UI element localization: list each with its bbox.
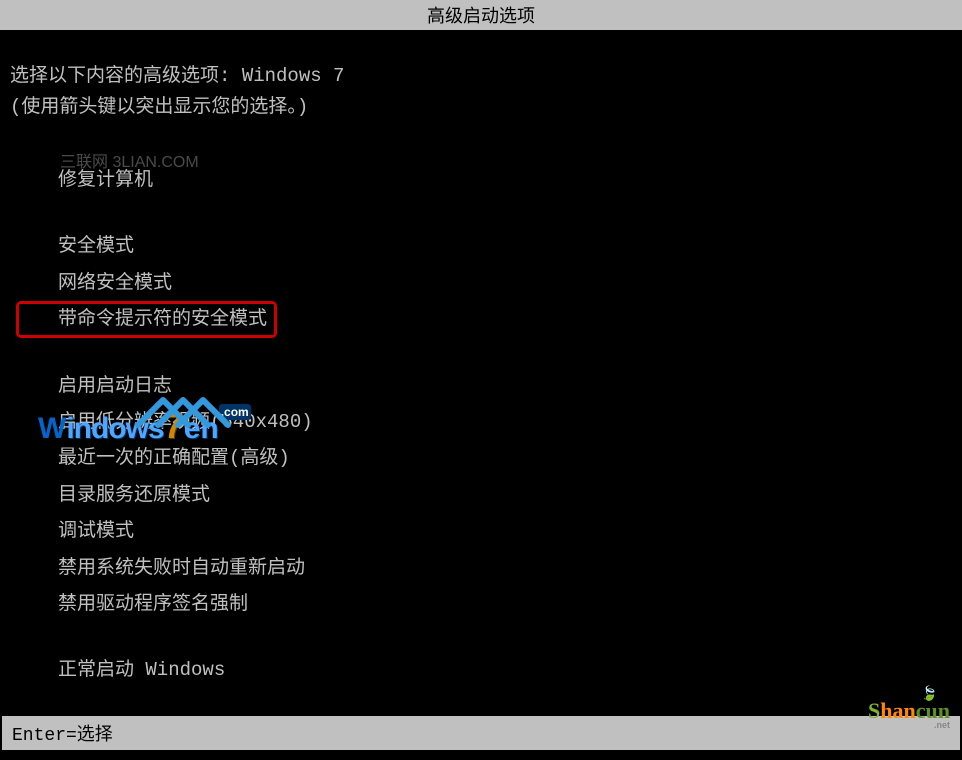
boot-option[interactable]: 启用低分辨率视频(640x480) [58, 404, 952, 440]
boot-option[interactable]: 带命令提示符的安全模式 [10, 301, 273, 337]
boot-option[interactable]: 禁用驱动程序签名强制 [58, 586, 952, 622]
logo-han: han [880, 698, 915, 723]
prompt-line: 选择以下内容的高级选项: Windows 7 [10, 60, 952, 87]
boot-option[interactable]: 目录服务还原模式 [58, 477, 952, 513]
hint-line: (使用箭头键以突出显示您的选择。) [10, 91, 952, 118]
boot-option[interactable]: 调试模式 [58, 513, 952, 549]
boot-option[interactable]: 网络安全模式 [58, 265, 952, 301]
title-bar: 高级启动选项 [0, 0, 962, 30]
boot-option[interactable]: 禁用系统失败时自动重新启动 [58, 550, 952, 586]
boot-option[interactable]: 安全模式 [58, 228, 952, 264]
logo-s: S [868, 698, 880, 723]
os-name: Windows 7 [242, 65, 345, 87]
boot-option[interactable]: 正常启动 Windows [58, 652, 952, 688]
option-gap [58, 198, 952, 228]
option-gap [58, 338, 952, 368]
watermark-shancun-logo: 🍃 Shancun .net [868, 698, 950, 730]
option-gap [58, 622, 952, 652]
prompt-prefix: 选择以下内容的高级选项: [10, 65, 242, 87]
boot-option[interactable]: 启用启动日志 [58, 368, 952, 404]
boot-options-list: 修复计算机安全模式网络安全模式带命令提示符的安全模式启用启动日志启用低分辨率视频… [58, 162, 952, 689]
content-area: 选择以下内容的高级选项: Windows 7 (使用箭头键以突出显示您的选择。)… [0, 30, 962, 760]
bottom-bar: Enter=选择 [2, 716, 960, 750]
boot-option[interactable]: 最近一次的正确配置(高级) [58, 440, 952, 476]
title-text: 高级启动选项 [427, 8, 535, 28]
leaf-icon: 🍃 [921, 686, 938, 703]
enter-hint: Enter=选择 [12, 726, 113, 746]
